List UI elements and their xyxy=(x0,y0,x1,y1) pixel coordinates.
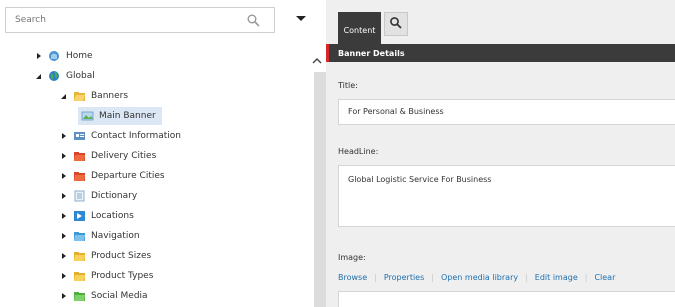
tree-item-label: Main Banner xyxy=(99,111,156,121)
clear-link[interactable]: Clear xyxy=(594,273,615,282)
globe-icon xyxy=(48,70,61,82)
collapse-arrow-icon[interactable] xyxy=(34,71,44,81)
tree-item-label: Delivery Cities xyxy=(91,151,157,161)
tree-item-social-media[interactable]: Social Media xyxy=(59,287,148,305)
tree-item-product-types[interactable]: Product Types xyxy=(59,267,153,285)
tree-item-label: Locations xyxy=(91,211,134,221)
expand-arrow-icon[interactable] xyxy=(59,131,69,141)
expand-arrow-icon[interactable] xyxy=(59,291,69,301)
navigation-icon xyxy=(73,230,86,242)
contact-card-icon xyxy=(73,130,86,142)
tree-item-label: Contact Information xyxy=(91,131,181,141)
image-field[interactable] xyxy=(338,291,675,307)
section-header-banner-details[interactable]: Banner Details xyxy=(326,44,675,62)
tab-search[interactable] xyxy=(384,12,408,36)
expand-arrow-icon[interactable] xyxy=(34,51,44,61)
headline-label: HeadLine: xyxy=(338,147,379,156)
globe-home-icon xyxy=(48,50,61,62)
expand-arrow-icon[interactable] xyxy=(59,231,69,241)
tree-item-global[interactable]: Global xyxy=(34,67,95,85)
tree-item-label: Navigation xyxy=(91,231,140,241)
tree-item-label: Banners xyxy=(91,91,129,101)
separator: | xyxy=(584,273,588,282)
tree-item-label: Product Sizes xyxy=(91,251,152,261)
headline-field[interactable]: Global Logistic Service For Business xyxy=(338,165,675,227)
image-icon xyxy=(81,110,94,122)
scroll-up-icon[interactable] xyxy=(311,55,323,67)
separator: | xyxy=(431,273,434,282)
collapse-arrow-icon[interactable] xyxy=(59,91,69,101)
tree-item-label: Departure Cities xyxy=(91,171,165,181)
title-label: Title: xyxy=(338,81,358,90)
open-media-library-link[interactable]: Open media library xyxy=(441,273,518,282)
tree-item-contact-information[interactable]: Contact Information xyxy=(59,127,181,145)
tree-item-dictionary[interactable]: Dictionary xyxy=(59,187,137,205)
tree-item-label: Home xyxy=(66,51,93,61)
expand-arrow-icon[interactable] xyxy=(59,171,69,181)
yellow-folder-icon xyxy=(73,250,86,262)
separator: | xyxy=(525,273,528,282)
separator: | xyxy=(374,273,377,282)
tree-item-delivery-cities[interactable]: Delivery Cities xyxy=(59,147,156,165)
image-actions: Browse | Properties | Open media library… xyxy=(338,273,615,282)
search-options-dropdown-icon[interactable] xyxy=(293,11,309,27)
edit-image-link[interactable]: Edit image xyxy=(535,273,578,282)
tree-item-locations[interactable]: Locations xyxy=(59,207,134,225)
expand-arrow-icon[interactable] xyxy=(59,191,69,201)
search-box xyxy=(5,7,275,33)
title-field[interactable]: For Personal & Business xyxy=(338,99,675,125)
tree-item-label: Social Media xyxy=(91,291,148,301)
content-tree-panel: Home Global Banners Main Banner Contact … xyxy=(0,0,326,307)
tree-item-banners[interactable]: Banners xyxy=(59,87,128,105)
tree-item-product-sizes[interactable]: Product Sizes xyxy=(59,247,151,265)
green-folder-icon xyxy=(73,290,86,302)
scrollbar[interactable] xyxy=(314,72,326,307)
tree-item-label: Product Types xyxy=(91,271,154,281)
yellow-folder-icon xyxy=(73,270,86,282)
tree-item-home[interactable]: Home xyxy=(34,47,93,65)
red-folder-icon xyxy=(73,170,86,182)
red-folder-icon xyxy=(73,150,86,162)
expand-arrow-icon[interactable] xyxy=(59,251,69,261)
tree-item-label: Global xyxy=(66,71,95,81)
tree-item-navigation[interactable]: Navigation xyxy=(59,227,140,245)
search-icon xyxy=(389,16,403,33)
tree-item-label: Dictionary xyxy=(91,191,138,201)
tree-item-departure-cities[interactable]: Departure Cities xyxy=(59,167,165,185)
search-input[interactable] xyxy=(6,8,226,32)
expand-arrow-icon[interactable] xyxy=(59,271,69,281)
editor-tabbar: Content xyxy=(326,0,675,44)
folder-open-icon xyxy=(73,90,86,102)
search-icon[interactable] xyxy=(246,13,262,29)
expand-arrow-icon[interactable] xyxy=(59,151,69,161)
expand-arrow-icon[interactable] xyxy=(59,211,69,221)
properties-link[interactable]: Properties xyxy=(384,273,424,282)
location-icon xyxy=(73,210,86,222)
browse-link[interactable]: Browse xyxy=(338,273,367,282)
tree-item-main-banner[interactable]: Main Banner xyxy=(78,107,162,125)
tab-content[interactable]: Content xyxy=(338,12,381,44)
content-editor-panel: Content Banner Details Title: For Person… xyxy=(326,0,675,307)
image-label: Image: xyxy=(338,253,366,262)
document-icon xyxy=(73,190,86,202)
